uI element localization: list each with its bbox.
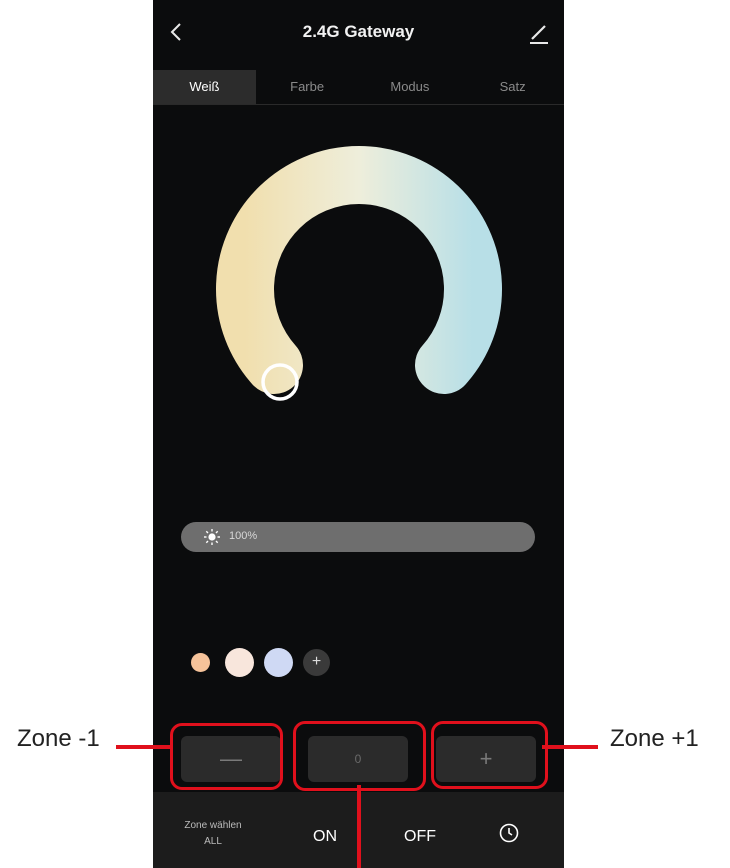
zone-select-button[interactable]: Zone wählen ALL bbox=[173, 818, 253, 850]
clock-icon[interactable] bbox=[498, 822, 520, 844]
swatch-neutral[interactable] bbox=[225, 648, 254, 677]
mode-tabs: Weiß Farbe Modus Satz bbox=[153, 70, 564, 105]
tab-farbe[interactable]: Farbe bbox=[256, 70, 359, 104]
tab-weiss[interactable]: Weiß bbox=[153, 70, 256, 104]
swatch-cool[interactable] bbox=[264, 648, 293, 677]
callout-zone-value bbox=[293, 721, 426, 791]
tab-modus[interactable]: Modus bbox=[359, 70, 462, 104]
color-temperature-wheel[interactable] bbox=[208, 145, 508, 425]
off-button[interactable]: OFF bbox=[404, 828, 436, 846]
header-bar: 2.4G Gateway bbox=[153, 0, 564, 70]
tab-satz[interactable]: Satz bbox=[461, 70, 564, 104]
brightness-value: 100% bbox=[229, 530, 258, 542]
callout-zone-minus bbox=[170, 723, 283, 790]
annotation-zone-plus: Zone +1 bbox=[610, 725, 699, 752]
callout-line-down bbox=[357, 785, 361, 868]
swatch-warm[interactable] bbox=[191, 653, 210, 672]
pencil-icon[interactable] bbox=[526, 20, 552, 46]
annotation-zone-minus: Zone -1 bbox=[17, 725, 100, 752]
add-swatch-button[interactable]: + bbox=[303, 649, 330, 676]
callout-line-right bbox=[542, 745, 598, 749]
callout-line-left bbox=[116, 745, 173, 749]
callout-zone-plus bbox=[431, 721, 548, 789]
on-button[interactable]: ON bbox=[313, 828, 337, 846]
zone-select-label: Zone wählen bbox=[184, 820, 242, 831]
brightness-slider[interactable]: 100% bbox=[181, 522, 535, 552]
page-title: 2.4G Gateway bbox=[302, 22, 415, 41]
zone-select-value: ALL bbox=[204, 836, 222, 847]
sun-icon bbox=[204, 529, 220, 545]
